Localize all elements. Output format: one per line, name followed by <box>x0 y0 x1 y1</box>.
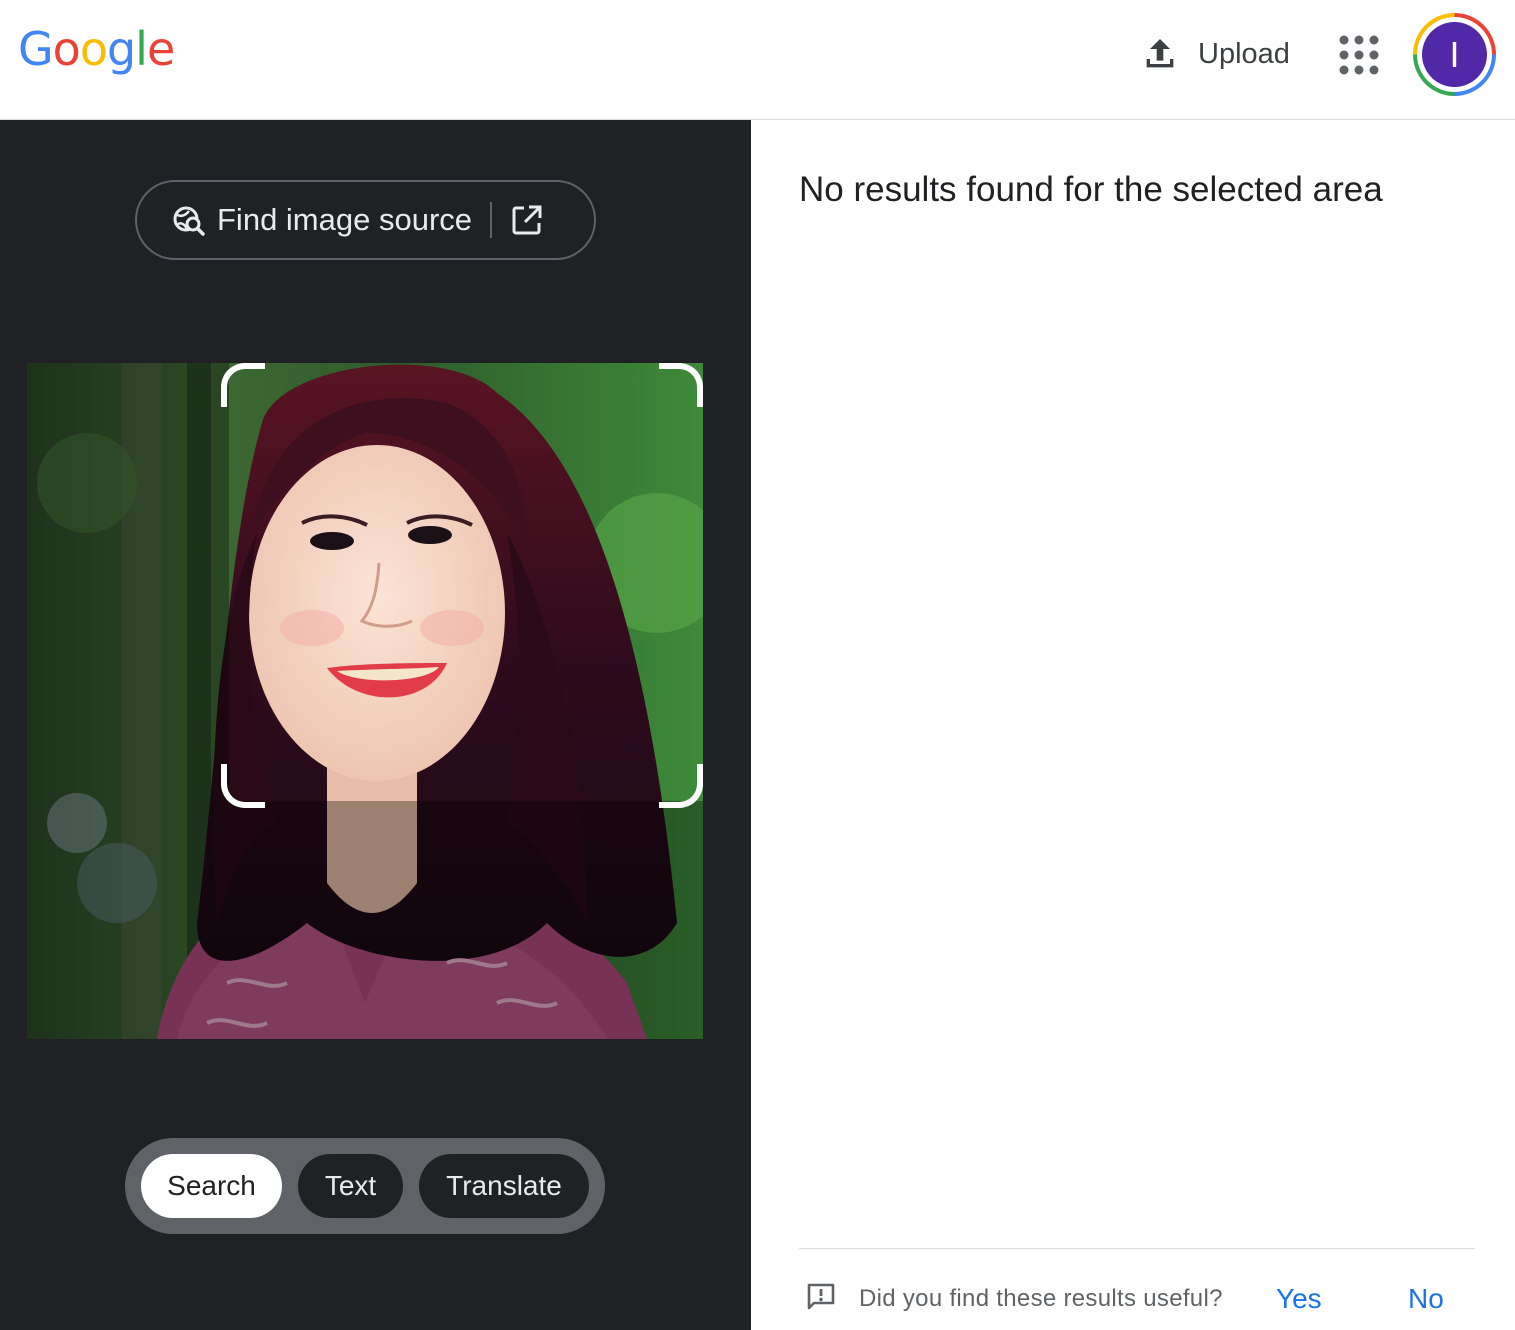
unselected-overlay <box>229 801 703 1039</box>
upload-label: Upload <box>1198 37 1290 70</box>
logo-letter: o <box>79 22 108 76</box>
crop-handle-top-right[interactable] <box>659 363 703 407</box>
account-avatar-button[interactable]: I <box>1413 13 1496 96</box>
mode-search-button[interactable]: Search <box>141 1154 282 1218</box>
logo-letter: g <box>106 22 136 76</box>
image-panel: Find image source Search Text Translate <box>0 120 751 1330</box>
lens-search-icon <box>173 206 205 236</box>
logo-letter: G <box>18 22 54 76</box>
apps-grid-icon[interactable] <box>1338 34 1380 76</box>
feedback-yes-link[interactable]: Yes <box>1276 1283 1322 1315</box>
no-results-message: No results found for the selected area <box>799 170 1383 209</box>
upload-button[interactable]: Upload <box>1140 32 1290 76</box>
find-image-source-label: Find image source <box>217 202 473 237</box>
logo-letter: l <box>135 22 148 76</box>
mode-translate-button[interactable]: Translate <box>419 1154 589 1218</box>
mode-selector: Search Text Translate <box>125 1138 605 1234</box>
divider <box>490 202 493 238</box>
find-image-source-button[interactable]: Find image source <box>135 180 596 260</box>
upload-icon <box>1146 39 1174 68</box>
avatar: I <box>1422 22 1487 87</box>
crop-handle-top-left[interactable] <box>221 363 265 407</box>
feedback-question: Did you find these results useful? <box>859 1285 1223 1312</box>
mode-text-button[interactable]: Text <box>298 1154 403 1218</box>
uploaded-photo[interactable] <box>27 363 703 1039</box>
unselected-overlay <box>27 363 229 1039</box>
logo-letter: o <box>52 22 81 76</box>
logo-letter: e <box>146 22 175 76</box>
google-logo[interactable]: Google <box>18 22 175 76</box>
open-in-new-icon[interactable] <box>510 203 544 237</box>
feedback-icon <box>807 1283 835 1310</box>
feedback-no-link[interactable]: No <box>1408 1283 1444 1315</box>
feedback-bar: Did you find these results useful? Yes N… <box>799 1248 1475 1330</box>
top-bar: Google Upload I <box>0 0 1515 120</box>
crop-handle-bottom-left[interactable] <box>221 764 265 808</box>
